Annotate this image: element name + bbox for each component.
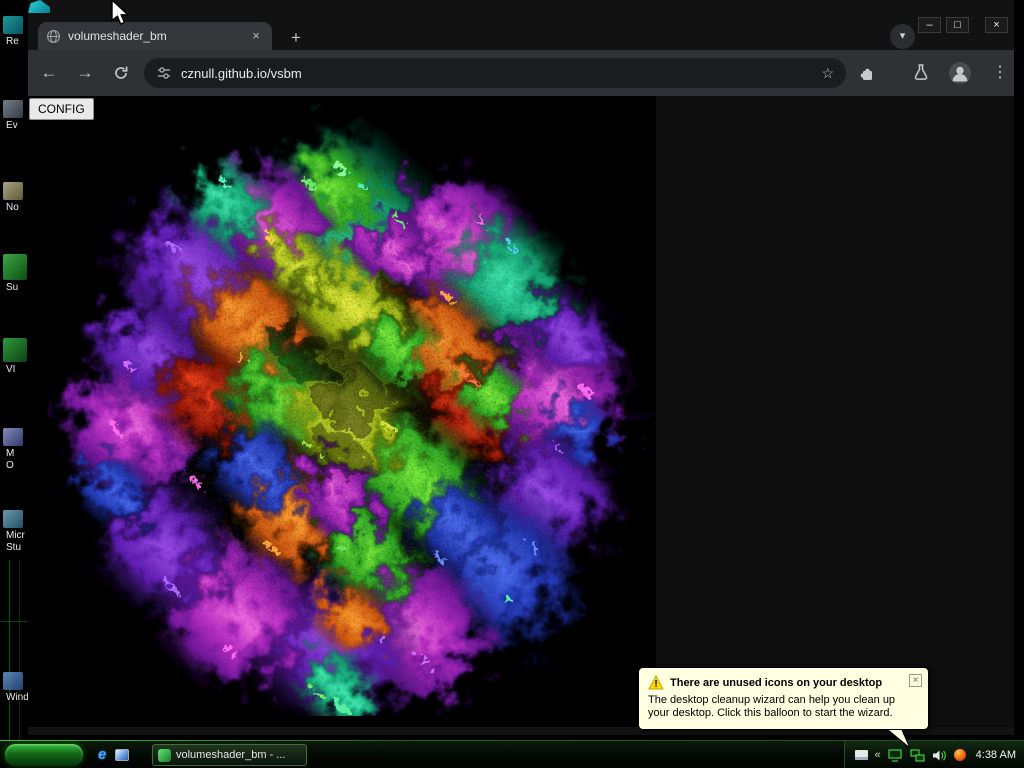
taskbar: e volumeshader_bm - ... « 4:38 AM xyxy=(0,740,1024,768)
desktop-icon-label: VI xyxy=(6,364,16,375)
browser-tab[interactable]: volumeshader_bm × xyxy=(38,22,272,50)
tray-display-icon[interactable] xyxy=(888,748,903,762)
tab-favicon-globe-icon xyxy=(47,29,60,43)
desktop-icon[interactable]: No xyxy=(0,182,28,214)
window-controls: – □ × xyxy=(918,17,1008,33)
desktop-icon[interactable]: MO xyxy=(0,428,28,472)
mouse-cursor-icon xyxy=(111,0,130,25)
labs-beaker-icon[interactable] xyxy=(912,63,930,88)
balloon-tail xyxy=(887,730,911,749)
desktop-icon-label: Re xyxy=(6,36,19,47)
tab-close-icon[interactable]: × xyxy=(248,28,264,44)
back-button[interactable]: ← xyxy=(36,62,62,84)
desktop-icon-image xyxy=(3,338,27,362)
tray-clock: 4:38 AM xyxy=(975,749,1016,761)
desktop-icon-image xyxy=(3,100,23,118)
desktop-icon-label: Ev xyxy=(6,120,18,131)
desktop-icon-image xyxy=(3,16,23,34)
desktop-icon-image xyxy=(3,428,23,446)
address-bar[interactable]: cznull.github.io/vsbm ☆ xyxy=(144,58,846,88)
desktop-background-strip: Re Ev No Su VI MO Micr Stu Wind xyxy=(0,0,29,740)
site-info-tune-icon[interactable] xyxy=(156,65,172,81)
desktop-icon-image xyxy=(3,254,27,280)
warning-icon: ! xyxy=(648,675,664,690)
tray-keyboard-icon[interactable] xyxy=(854,750,868,760)
tray-security-icon[interactable] xyxy=(953,749,966,761)
tray-network-icon[interactable] xyxy=(910,748,925,762)
taskbar-app-favicon xyxy=(158,748,171,762)
reload-button[interactable] xyxy=(108,64,134,88)
desktop-icon-label: No xyxy=(6,202,19,213)
forward-button[interactable]: → xyxy=(72,62,98,84)
browser-window: volumeshader_bm × + ▾ – □ × ← → cznull.g… xyxy=(28,0,1014,735)
start-button[interactable] xyxy=(5,744,83,765)
browser-toolbar: ← → cznull.github.io/vsbm ☆ ⋮ xyxy=(28,50,1014,96)
desktop-icon[interactable]: Micr Stu xyxy=(0,510,28,554)
taskbar-app-button[interactable]: volumeshader_bm - ... xyxy=(152,744,307,766)
maximize-icon[interactable]: □ xyxy=(946,17,969,33)
extensions-puzzle-icon[interactable] xyxy=(858,64,876,87)
reload-icon xyxy=(115,66,128,79)
internet-explorer-icon[interactable]: e xyxy=(98,746,106,764)
desktop-icon[interactable]: Su xyxy=(0,254,28,294)
desktop-icon-image xyxy=(3,510,23,528)
web-page: CONFIG xyxy=(28,96,1014,727)
page-background-right xyxy=(656,96,1014,727)
menu-dots-icon[interactable]: ⋮ xyxy=(990,61,1010,85)
desktop-icon[interactable]: Ev xyxy=(0,100,28,132)
show-desktop-icon[interactable] xyxy=(115,749,130,761)
taskbar-app-label: volumeshader_bm - ... xyxy=(176,749,286,761)
desktop-icon-label: MO xyxy=(6,448,15,471)
system-tray: « 4:38 AM xyxy=(843,741,1024,768)
minimize-icon[interactable]: – xyxy=(918,17,941,33)
desktop-icon-label: Micr Stu xyxy=(6,530,25,553)
desktop-icon[interactable]: VI xyxy=(0,338,28,376)
desktop-icon[interactable]: Wind xyxy=(0,672,29,704)
balloon-title-row: ! There are unused icons on your desktop xyxy=(648,675,919,690)
desktop-icon-image xyxy=(3,672,23,690)
balloon-body-text: The desktop cleanup wizard can help you … xyxy=(648,694,896,719)
profile-avatar-icon[interactable] xyxy=(948,61,972,90)
desktop-icon-label: Su xyxy=(6,282,19,293)
tray-volume-icon[interactable] xyxy=(932,749,947,762)
balloon-close-icon[interactable]: × xyxy=(909,674,922,687)
notification-balloon[interactable]: ! There are unused icons on your desktop… xyxy=(638,667,929,730)
volume-render-canvas[interactable] xyxy=(28,96,656,727)
svg-text:!: ! xyxy=(654,679,657,690)
desktop-icon-image xyxy=(3,182,23,200)
mandelbulb-fractal-render xyxy=(42,100,656,716)
quick-launch-bar: e xyxy=(98,745,130,765)
config-button[interactable]: CONFIG xyxy=(29,98,94,120)
desktop-icon-label: Wind xyxy=(6,692,29,703)
desktop-wallpaper-pattern xyxy=(0,560,28,740)
tray-expand-icon[interactable]: « xyxy=(875,749,881,761)
url-text[interactable]: cznull.github.io/vsbm xyxy=(181,66,821,81)
close-icon[interactable]: × xyxy=(985,17,1008,33)
desktop-icon[interactable]: Re xyxy=(0,16,28,48)
balloon-title: There are unused icons on your desktop xyxy=(670,676,883,689)
browser-titlebar[interactable]: volumeshader_bm × + ▾ – □ × xyxy=(28,0,1014,50)
tab-search-chevron-icon[interactable]: ▾ xyxy=(890,24,915,49)
bookmark-star-icon[interactable]: ☆ xyxy=(821,65,834,82)
new-tab-button[interactable]: + xyxy=(284,26,308,50)
desktop: Re Ev No Su VI MO Micr Stu Wind volumesh… xyxy=(0,0,1024,768)
tab-title: volumeshader_bm xyxy=(68,29,167,43)
